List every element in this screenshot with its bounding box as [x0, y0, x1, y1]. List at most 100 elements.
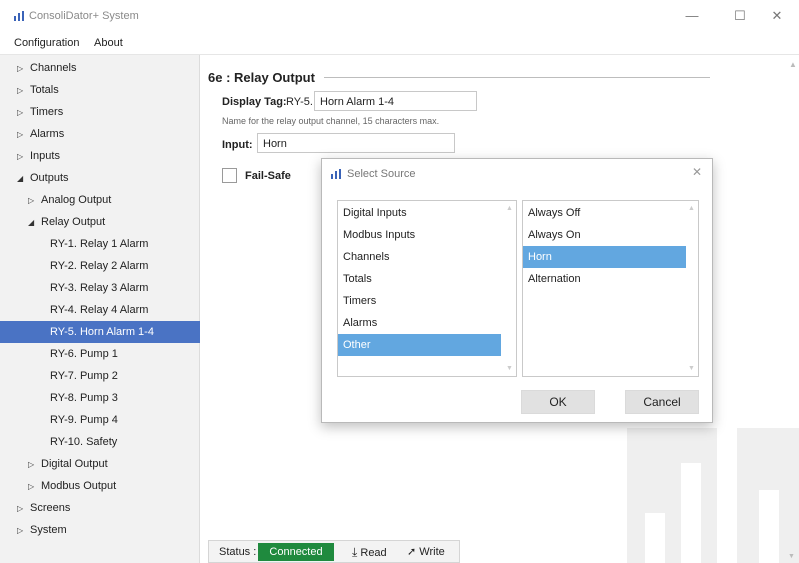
app-window: ConsoliDator+ System — ☐ ✕ Configuration… [0, 0, 799, 563]
sidebar-item[interactable]: ▷ Totals [0, 79, 216, 101]
menu-configuration[interactable]: Configuration [14, 37, 79, 49]
sidebar-item[interactable]: ▷ Analog Output [0, 189, 227, 211]
display-tag-label: Display Tag: [222, 96, 287, 108]
collapsed-arrow-icon[interactable]: ▷ [17, 124, 26, 146]
download-icon: ⤓ [352, 545, 358, 559]
source-category-list[interactable]: ▲ ▼ Digital Inputs Modbus Inputs Channels T… [337, 200, 517, 377]
display-tag-hint: Name for the relay output channel, 15 ch… [222, 116, 440, 126]
sidebar: ▷ Channels ▷ Totals ▷ Timers ▷ Alarms ▷ Inputs ◢ Ou… [0, 55, 249, 563]
scroll-up-icon[interactable]: ▲ [789, 60, 797, 69]
collapsed-arrow-icon[interactable]: ▷ [17, 498, 26, 520]
sidebar-item-label: Analog Output [41, 194, 112, 206]
list-item[interactable]: Totals [338, 268, 501, 290]
sidebar-item-label: Timers [30, 106, 64, 118]
scroll-up-icon[interactable]: ▲ [688, 205, 695, 212]
display-tag-input[interactable]: Horn Alarm 1-4 [314, 91, 477, 111]
sidebar-item[interactable]: ▷ Timers [0, 101, 216, 123]
sidebar-item[interactable]: ▷ Inputs [0, 145, 216, 167]
failsafe-checkbox[interactable] [222, 168, 237, 183]
sidebar-item-label: Totals [30, 84, 59, 96]
ok-button[interactable]: OK [521, 390, 595, 414]
sidebar-item[interactable]: ▷ Screens [0, 497, 216, 519]
sidebar-item-label: Relay Output [41, 216, 106, 228]
sidebar-item-label: RY-7. Pump 2 [50, 370, 118, 382]
collapsed-arrow-icon[interactable]: ▷ [28, 476, 37, 498]
collapsed-arrow-icon[interactable]: ▷ [17, 102, 26, 124]
collapsed-arrow-icon[interactable]: ▷ [17, 520, 26, 542]
sidebar-item-label: RY-10. Safety [50, 436, 118, 448]
select-source-dialog: Select Source ✕ ▲ ▼ Digital Inputs Modbus… [321, 158, 713, 423]
list-item[interactable]: Other [338, 334, 501, 356]
collapsed-arrow-icon[interactable]: ▷ [28, 454, 37, 476]
dialog-title: Select Source [347, 168, 416, 180]
list-item[interactable]: Always On [523, 224, 686, 246]
collapsed-arrow-icon[interactable]: ▷ [17, 146, 26, 168]
list-item[interactable]: Alternation [523, 268, 686, 290]
sidebar-item[interactable]: ▷ Digital Output [0, 453, 227, 475]
sidebar-item[interactable]: ▷ Modbus Output [0, 475, 227, 497]
list-item[interactable]: Always Off [523, 202, 686, 224]
bar-chart-icon [331, 169, 341, 179]
watermark-logo [627, 428, 799, 563]
scroll-down-icon[interactable]: ▼ [506, 365, 513, 372]
sidebar-item-label: Screens [30, 502, 71, 514]
bar-chart-icon [14, 11, 24, 21]
sidebar-item[interactable]: ▷ Alarms [0, 123, 216, 145]
sidebar-item[interactable]: ▷ Channels [0, 57, 216, 79]
sidebar-item-label: RY-1. Relay 1 Alarm [50, 238, 149, 250]
sidebar-item-label: Outputs [30, 172, 69, 184]
list-item[interactable]: Horn [523, 246, 686, 268]
input-label: Input: [222, 139, 253, 151]
sidebar-item[interactable]: ◢ Relay Output [0, 211, 227, 233]
sidebar-item-label: Inputs [30, 150, 60, 162]
minimize-button[interactable]: — [677, 6, 707, 26]
main-scrollbar[interactable]: ▲ [787, 55, 799, 563]
write-label: Write [419, 546, 445, 558]
close-window-button[interactable]: ✕ [762, 6, 792, 26]
source-option-list[interactable]: ▲ ▼ Always Off Always On Horn Alternation [522, 200, 699, 377]
cancel-button[interactable]: Cancel [625, 390, 699, 414]
scroll-down-icon[interactable]: ▼ [688, 365, 695, 372]
sidebar-item-label: RY-5. Horn Alarm 1-4 [50, 326, 154, 338]
window-title: ConsoliDator+ System [29, 10, 139, 22]
display-tag-prefix: RY-5. [286, 96, 313, 108]
maximize-button[interactable]: ☐ [725, 6, 755, 26]
list-item[interactable]: Channels [338, 246, 501, 268]
section-divider [324, 77, 710, 78]
list-item[interactable]: Digital Inputs [338, 202, 501, 224]
close-icon[interactable]: ✕ [692, 165, 702, 179]
list-item[interactable]: Alarms [338, 312, 501, 334]
sidebar-item[interactable]: ◢ Outputs [0, 167, 216, 189]
sidebar-item-label: System [30, 524, 67, 536]
sidebar-item-label: Channels [30, 62, 77, 74]
sidebar-item-label: Alarms [30, 128, 65, 140]
sidebar-item-label: RY-6. Pump 1 [50, 348, 118, 360]
menu-about[interactable]: About [94, 37, 123, 49]
scroll-up-icon[interactable]: ▲ [506, 205, 513, 212]
list-item[interactable]: Timers [338, 290, 501, 312]
input-source-field[interactable]: Horn [257, 133, 455, 153]
write-button[interactable]: ➚ Write [407, 545, 445, 558]
collapsed-arrow-icon[interactable]: ▷ [17, 58, 26, 80]
failsafe-label: Fail-Safe [245, 170, 291, 182]
status-bar: Status : Connected ⤓ Read ➚ Write [208, 540, 460, 563]
sidebar-item-label: RY-3. Relay 3 Alarm [50, 282, 149, 294]
expanded-arrow-icon[interactable]: ◢ [28, 212, 37, 234]
scroll-down-icon[interactable]: ▼ [788, 553, 795, 560]
sidebar-item-label: RY-2. Relay 2 Alarm [50, 260, 149, 272]
connection-badge: Connected [258, 543, 334, 561]
read-button[interactable]: ⤓ Read [352, 545, 387, 560]
read-label: Read [360, 547, 387, 559]
sidebar-item-label: Digital Output [41, 458, 108, 470]
section-title: 6e : Relay Output [208, 70, 315, 85]
collapsed-arrow-icon[interactable]: ▷ [17, 80, 26, 102]
collapsed-arrow-icon[interactable]: ▷ [28, 190, 37, 212]
expanded-arrow-icon[interactable]: ◢ [17, 168, 26, 190]
title-bar: ConsoliDator+ System — ☐ ✕ [0, 0, 799, 32]
sidebar-item[interactable]: ▷ System [0, 519, 216, 541]
status-label: Status : [219, 546, 257, 558]
sidebar-item-label: RY-9. Pump 4 [50, 414, 118, 426]
list-item[interactable]: Modbus Inputs [338, 224, 501, 246]
sidebar-item-label: Modbus Output [41, 480, 117, 492]
sidebar-item-label: RY-8. Pump 3 [50, 392, 118, 404]
